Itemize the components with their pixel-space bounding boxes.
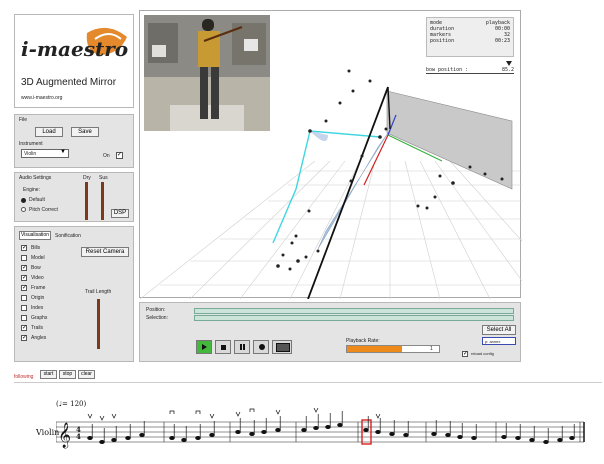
tab-sonification[interactable]: Sonification [55,233,81,239]
logo-brand: i-maestro [21,37,129,61]
vis-option-label-angles: Angles [31,335,47,341]
bow-position-readout: bow position : 85.2 [426,67,514,74]
stop-button[interactable] [215,340,231,354]
sus-slider[interactable] [101,182,104,220]
vis-option-checkbox-video[interactable]: ✓ [21,275,27,281]
vis-option-label-bow: Bow [31,265,41,271]
vis-option-checkbox-index[interactable] [21,305,27,311]
trail-length-slider[interactable] [97,299,100,349]
record-icon [259,344,265,350]
playback-rate-label: Playback Rate: [346,338,380,344]
vis-option-label-trails: Trails [31,325,44,331]
audio-heading: Audio Settings [19,175,52,181]
bow-position-marker-icon [506,61,512,66]
3d-viewport[interactable]: mode playback duration 00:00 markers 32 positi… [139,10,522,299]
score-divider [14,382,602,383]
tempo-marking: (♩= 120) [56,400,87,408]
transport-panel: Position: Selection: Select All p: annex… [139,302,521,362]
dry-slider-label: Dry [83,175,91,181]
video-inset [144,15,270,131]
svg-text:𝄞: 𝄞 [58,422,71,448]
score-staff: 𝄞 4 4 [56,408,585,448]
trail-length-label: Trail Length [85,289,112,295]
following-label: following [14,374,34,380]
selection-label: Selection: [146,315,168,321]
visualisation-panel: Visualisation Sonification Reset Camera … [14,226,134,362]
stop-icon [221,345,226,350]
audio-panel: Audio Settings Engine: Default Pitch Cor… [14,172,134,222]
bow-position-label: bow position : [426,67,469,73]
annex-field[interactable]: p: annex [482,337,516,345]
load-button[interactable]: Load [35,127,63,137]
vis-option-label-index: Index [31,305,44,311]
sus-slider-label: Sus [99,175,108,181]
pause-button[interactable] [234,340,250,354]
annex-field-value: p: annex [485,339,501,344]
select-all-button[interactable]: Select All [482,325,516,335]
pitch-correct-radio[interactable] [21,207,26,212]
vis-option-checkbox-graphs[interactable] [21,315,27,321]
pause-icon [240,344,242,350]
vis-option-checkbox-model[interactable] [21,255,27,261]
monitor-icon [276,343,290,352]
start-button[interactable]: start [40,370,57,379]
play-button[interactable] [196,340,212,354]
dsp-button[interactable]: DSP [111,209,129,218]
instrument-label: Instrument [19,141,43,147]
vis-option-checkbox-bills[interactable]: ✓ [21,245,27,251]
reload-config-checkbox[interactable]: ✓ [462,351,468,357]
tab-visualisation[interactable]: Visualisation [19,231,51,240]
vis-option-label-frame: Frame [31,285,46,291]
engine-label: Engine: [23,187,40,193]
on-checkbox[interactable]: ✓ [116,152,123,159]
playback-rate-slider[interactable] [346,345,440,353]
chevron-down-icon: ▼ [60,149,66,155]
vis-option-label-model: Model [31,255,45,261]
info-key: position [430,38,455,44]
dry-slider[interactable] [85,182,88,220]
selection-bar[interactable] [194,315,514,321]
logo-url[interactable]: www.i-maestro.org [21,95,62,101]
vis-option-checkbox-frame[interactable]: ✓ [21,285,27,291]
reload-config-label: reload config [471,351,494,356]
logo-panel: i-maestro 3D Augmented Mirror www.i-maes… [14,14,134,108]
svg-text:4: 4 [76,432,81,441]
info-box: mode playback duration 00:00 markers 32 positi… [426,17,514,57]
monitor-button[interactable] [272,340,292,354]
on-label: On [103,153,110,159]
play-icon [202,344,207,350]
vis-option-checkbox-trails[interactable]: ✓ [21,325,27,331]
default-radio[interactable] [21,198,26,203]
playback-rate-value: 1 [430,346,433,352]
instrument-select[interactable]: Violin ▼ [21,149,69,158]
default-label: Default [29,197,45,203]
vis-option-checkbox-origin[interactable] [21,295,27,301]
reset-camera-button[interactable]: Reset Camera [81,247,129,257]
vis-option-checkbox-angles[interactable]: ✓ [21,335,27,341]
playback-rate-fill [347,346,403,352]
position-bar[interactable] [194,308,514,314]
vis-option-label-video: Video [31,275,44,281]
app-title: 3D Augmented Mirror [21,77,117,88]
instrument-value: Violin [24,151,37,157]
stop-score-button[interactable]: stop [59,370,76,379]
vis-option-label-bills: Bills [31,245,41,251]
info-row-position: position 00:23 [430,38,510,44]
save-button[interactable]: Save [71,127,99,137]
vis-option-label-graphs: Graphs [31,315,48,321]
info-value: 00:23 [494,38,510,44]
position-label: Position: [146,307,166,313]
clear-button[interactable]: clear [78,370,95,379]
file-panel: File Load Save Instrument Violin ▼ On ✓ [14,114,134,168]
info-rows: mode playback duration 00:00 markers 32 positi… [430,20,510,44]
vis-option-label-origin: Origin [31,295,45,301]
vis-option-checkbox-bow[interactable]: ✓ [21,265,27,271]
file-heading: File [19,117,28,123]
bow-position-value: 85.2 [501,67,514,73]
pitch-correct-label: Pitch Correct [29,207,58,213]
record-button[interactable] [253,340,269,354]
